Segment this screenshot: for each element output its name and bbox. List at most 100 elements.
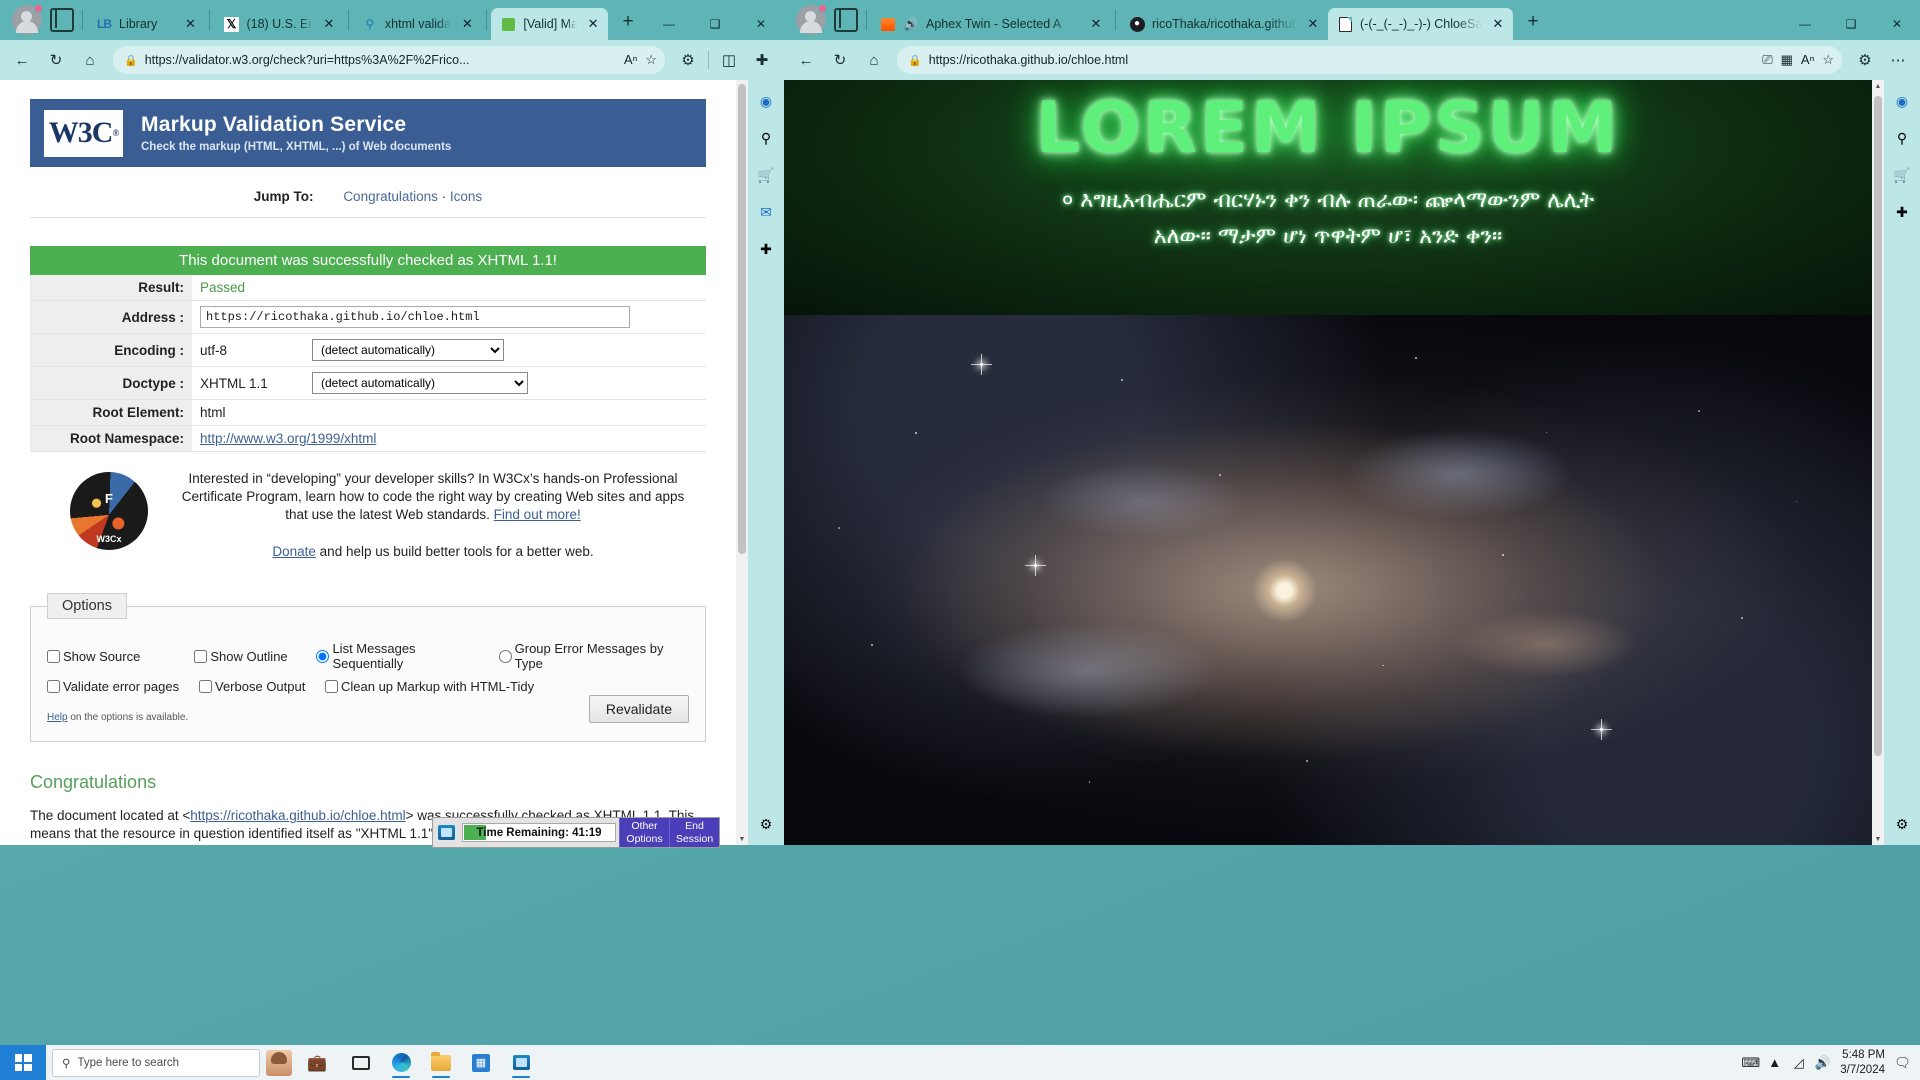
minimize-button[interactable]: — — [646, 8, 692, 40]
read-aloud-icon[interactable]: Aⁿ — [624, 52, 637, 68]
split-screen-icon[interactable]: ◫ — [713, 45, 745, 75]
reload-icon[interactable]: ↻ — [40, 45, 72, 75]
address-bar-right[interactable]: 🔒 https://ricothaka.github.io/chloe.html… — [897, 46, 1842, 74]
chevron-up-icon[interactable]: ▲ — [1767, 1055, 1782, 1070]
tab-markup-validation[interactable]: [Valid] Markup Vali ✕ — [491, 8, 609, 40]
list-sequentially-radio[interactable] — [316, 649, 330, 663]
radio-group-by-type[interactable]: Group Error Messages by Type — [498, 641, 689, 671]
home-icon[interactable]: ⌂ — [858, 45, 890, 75]
other-options-button[interactable]: Other Options — [619, 818, 669, 847]
profile-avatar-button[interactable] — [12, 4, 43, 35]
doctype-select[interactable]: (detect automatically) — [312, 372, 528, 394]
show-outline-checkbox[interactable] — [194, 649, 208, 663]
scroll-down-arrow[interactable]: ▼ — [1872, 833, 1884, 845]
favorite-star-icon[interactable]: ☆ — [1822, 52, 1834, 68]
taskbar-screentime-icon[interactable] — [502, 1046, 540, 1079]
checkbox-validate-error-pages[interactable]: Validate error pages — [47, 679, 199, 694]
taskbar-briefcase-icon[interactable]: 💼 — [298, 1045, 336, 1080]
address-input[interactable] — [200, 306, 630, 328]
task-view-icon[interactable] — [342, 1046, 380, 1079]
close-button[interactable]: ✕ — [1874, 8, 1920, 40]
taskbar-store-icon[interactable]: ▦ — [462, 1046, 500, 1079]
copilot-icon[interactable]: ◉ — [753, 88, 779, 114]
new-tab-button[interactable]: + — [614, 8, 642, 36]
home-icon[interactable]: ⌂ — [74, 45, 106, 75]
close-button[interactable]: ✕ — [738, 8, 784, 40]
checkbox-show-outline[interactable]: Show Outline — [194, 649, 316, 664]
tab-github-repo[interactable]: ● ricoThaka/ricothaka.github.io ✕ — [1120, 8, 1328, 40]
volume-icon[interactable]: 🔊 — [1815, 1055, 1831, 1070]
tab-close-icon[interactable]: ✕ — [181, 15, 199, 33]
sidebar-settings-icon[interactable]: ⚙ — [753, 811, 779, 837]
back-icon[interactable]: ← — [6, 45, 38, 75]
shopping-icon[interactable]: 🛒 — [753, 162, 779, 188]
favorite-star-icon[interactable]: ☆ — [645, 52, 657, 68]
tab-actions-icon[interactable] — [50, 8, 74, 32]
end-session-button[interactable]: End Session — [669, 818, 719, 847]
tab-close-icon[interactable]: ✕ — [1489, 15, 1507, 33]
radio-list-sequentially[interactable]: List Messages Sequentially — [316, 641, 484, 671]
validated-url-link[interactable]: https://ricothaka.github.io/chloe.html — [190, 808, 405, 823]
add-sidebar-icon[interactable]: ✚ — [753, 236, 779, 262]
copilot-icon[interactable]: ◉ — [1889, 88, 1915, 114]
start-button[interactable] — [0, 1045, 46, 1080]
tab-close-icon[interactable]: ✕ — [1304, 15, 1322, 33]
tab-aphex-twin[interactable]: 🔊 Aphex Twin - Selected A ✕ — [871, 8, 1111, 40]
search-sidebar-icon[interactable]: ⚲ — [753, 125, 779, 151]
tab-chloe-sample[interactable]: (-(-_(-_-)_-)-) ChloeSample (-( ✕ — [1328, 8, 1513, 40]
find-out-more-link[interactable]: Find out more! — [494, 507, 581, 522]
tab-close-icon[interactable]: ✕ — [584, 15, 602, 33]
page-scrollbar-left[interactable]: ▲ ▼ — [736, 80, 748, 845]
group-by-type-radio[interactable] — [498, 649, 512, 663]
validate-error-pages-checkbox[interactable] — [47, 680, 60, 694]
checkbox-show-source[interactable]: Show Source — [47, 649, 194, 664]
checkbox-clean-up-markup[interactable]: Clean up Markup with HTML-Tidy — [325, 679, 534, 694]
tab-close-icon[interactable]: ✕ — [1087, 15, 1105, 33]
keyboard-icon[interactable]: ⌨ — [1741, 1055, 1760, 1070]
maximize-button[interactable]: ❑ — [692, 8, 738, 40]
jump-link-congratulations[interactable]: Congratulations — [343, 189, 438, 204]
help-link[interactable]: Help — [47, 712, 68, 723]
tab-library[interactable]: LB Library ✕ — [87, 8, 205, 40]
verbose-output-checkbox[interactable] — [199, 680, 212, 694]
sidebar-settings-icon[interactable]: ⚙ — [1889, 811, 1915, 837]
reload-icon[interactable]: ↻ — [824, 45, 856, 75]
tab-close-icon[interactable]: ✕ — [458, 15, 476, 33]
show-source-checkbox[interactable] — [47, 649, 60, 663]
jump-link-icons[interactable]: Icons — [450, 189, 482, 204]
people-avatar[interactable] — [260, 1045, 298, 1080]
encoding-select[interactable]: (detect automatically) — [312, 339, 504, 361]
browser-essentials-icon[interactable]: ⚙ — [1849, 45, 1881, 75]
new-tab-button[interactable]: + — [1519, 8, 1547, 36]
network-icon[interactable]: ◿ — [1791, 1055, 1806, 1070]
apps-grid-icon[interactable]: ▦ — [1781, 52, 1793, 68]
browser-essentials-icon[interactable]: ⚙ — [672, 45, 704, 75]
more-options-icon[interactable]: ⋯ — [1882, 45, 1914, 75]
clean-up-markup-checkbox[interactable] — [325, 680, 338, 694]
donate-link[interactable]: Donate — [272, 544, 316, 559]
add-sidebar-icon[interactable]: ✚ — [1889, 199, 1915, 225]
maximize-button[interactable]: ❑ — [1828, 8, 1874, 40]
taskbar-clock[interactable]: 5:48 PM 3/7/2024 — [1840, 1048, 1885, 1077]
scroll-up-arrow[interactable]: ▲ — [1872, 80, 1884, 92]
back-icon[interactable]: ← — [790, 45, 822, 75]
minimize-button[interactable]: — — [1782, 8, 1828, 40]
profile-avatar-button[interactable] — [796, 4, 827, 35]
revalidate-button[interactable]: Revalidate — [588, 695, 689, 724]
taskbar-edge-icon[interactable] — [382, 1046, 420, 1079]
notification-center-icon[interactable]: 🗨 — [1894, 1055, 1911, 1070]
read-aloud-icon[interactable]: Aⁿ — [1801, 52, 1814, 68]
scrollbar-thumb[interactable] — [1874, 96, 1882, 756]
tab-actions-icon[interactable] — [834, 8, 858, 32]
collections-icon[interactable]: ✚ — [746, 45, 778, 75]
tab-us-embassy[interactable]: 𝕏 (18) U.S. Embassy F ✕ — [214, 8, 343, 40]
taskbar-search-box[interactable]: ⚲ Type here to search — [52, 1048, 260, 1077]
outlook-icon[interactable]: ✉ — [753, 199, 779, 225]
checkbox-verbose-output[interactable]: Verbose Output — [199, 679, 325, 694]
tab-xhtml-validator-search[interactable]: ⚲ xhtml validator - S ✕ — [353, 8, 482, 40]
cast-icon[interactable]: ⎚ — [1762, 52, 1772, 68]
speaker-icon[interactable]: 🔊 — [903, 16, 919, 32]
page-scrollbar-right[interactable]: ▲ ▼ — [1872, 80, 1884, 845]
shopping-icon[interactable]: 🛒 — [1889, 162, 1915, 188]
tab-close-icon[interactable]: ✕ — [320, 15, 338, 33]
